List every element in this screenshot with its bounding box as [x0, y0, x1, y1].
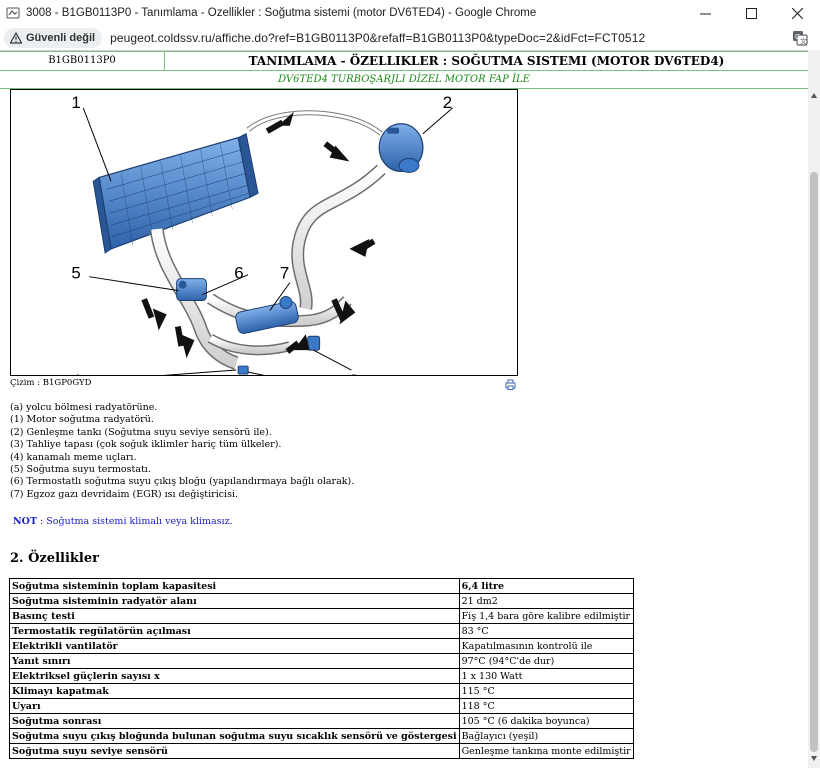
table-row: Soğutma sisteminin toplam kapasitesi 6,4…	[9, 578, 634, 594]
legend-item: (6) Termostatlı soğutma suyu çıkış bloğu…	[10, 476, 355, 488]
legend-item: (2) Genleşme tankı (Soğutma suyu seviye …	[10, 426, 272, 438]
warning-triangle-icon	[10, 32, 22, 44]
figure-caption: Çizim : B1GP0GYD	[10, 378, 92, 388]
security-indicator[interactable]: Güvenli değil	[4, 28, 103, 48]
maximize-button[interactable]	[728, 0, 774, 26]
document-subtitle: DV6TED4 TURBOŞARJLI DİZEL MOTOR FAP İLE	[0, 71, 808, 89]
legend-item: (4) kanamalı meme uçları.	[10, 451, 137, 463]
radiator-part	[92, 132, 259, 254]
callout-1: 1	[71, 93, 80, 112]
legend-item: (1) Motor soğutma radyatörü.	[10, 414, 154, 426]
table-row: Soğutma suyu çıkış bloğunda bulunan soğu…	[9, 728, 634, 744]
spec-value: 1 x 130 Watt	[458, 668, 634, 684]
callout-2: 2	[443, 93, 452, 112]
callout-7: 7	[280, 264, 289, 283]
scroll-up-arrow-icon[interactable]	[810, 92, 818, 100]
callout-5: 5	[71, 264, 80, 283]
cooling-system-diagram: 1 2 3 4 5 6 7 a	[71, 93, 454, 375]
spec-key: Klimayı kapatmak	[9, 683, 460, 699]
translate-icon[interactable]: G 文	[792, 30, 808, 46]
thermostat-part	[176, 278, 207, 302]
close-button[interactable]	[774, 0, 820, 26]
table-row: Klimayı kapatmak 115 °C	[9, 683, 634, 699]
note-label: NOT	[13, 516, 38, 527]
vertical-scrollbar[interactable]	[808, 50, 820, 768]
spec-value: 6,4 litre	[458, 578, 634, 594]
callout-4: 4	[71, 371, 80, 375]
callout-6: 6	[234, 264, 243, 283]
egr-exchanger-part	[235, 296, 299, 334]
table-row: Soğutma suyu seviye sensörü Genleşme tan…	[9, 743, 634, 759]
table-row: Basınç testi Fiş 1,4 bara göre kalibre e…	[9, 608, 634, 624]
spec-value: Kapatılmasının kontrolü ile	[458, 638, 634, 654]
document-title: TANIMLAMA - ÖZELLIKLER : SOĞUTMA SISTEMI…	[248, 54, 725, 68]
table-row: Yanıt sınırı 97°C (94°C'de dur)	[9, 653, 634, 669]
address-bar[interactable]: Güvenli değil peugeot.coldssv.ru/affiche…	[0, 26, 820, 50]
table-row: Elektrikli vantilatör Kapatılmasının kon…	[9, 638, 634, 654]
legend-item: (a) yolcu bölmesi radyatörüne.	[10, 402, 158, 413]
document-header: B1GB0113P0 TANIMLAMA - ÖZELLIKLER : SOĞU…	[0, 51, 808, 71]
spec-key: Soğutma suyu seviye sensörü	[9, 743, 460, 759]
spec-key: Soğutma sonrası	[9, 713, 460, 729]
note-text: NOT : Soğutma sistemi klimalı veya klima…	[13, 516, 233, 527]
page-favicon-icon	[6, 7, 20, 19]
spec-value: 118 °C	[458, 698, 634, 714]
legend-item: (7) Egzoz gazı devridaim (EGR) ısı değiş…	[10, 488, 239, 500]
spec-value: 105 °C (6 dakika boyunca)	[458, 713, 634, 729]
spec-key: Yanıt sınırı	[9, 653, 460, 669]
section-title: 2. Özellikler	[10, 551, 99, 566]
spec-value: 21 dm2	[458, 593, 634, 609]
minimize-button[interactable]	[682, 0, 728, 26]
spec-key: Uyarı	[9, 698, 460, 714]
table-row: Termostatik regülatörün açılması 83 °C	[9, 623, 634, 639]
print-icon[interactable]	[505, 379, 516, 390]
note-body: : Soğutma sistemi klimalı veya klimasız.	[37, 516, 233, 527]
spec-key: Soğutma sisteminin toplam kapasitesi	[9, 578, 460, 594]
cooling-system-figure: 1 2 3 4 5 6 7 a	[10, 89, 518, 376]
callout-a: a	[298, 373, 308, 375]
bleed-nipple-part	[237, 365, 249, 375]
legend-item: (5) Soğutma suyu termostatı.	[10, 464, 151, 476]
callout-3: 3	[349, 371, 358, 375]
scrollbar-thumb[interactable]	[810, 172, 818, 752]
svg-text:文: 文	[800, 37, 807, 46]
table-row: Soğutma sisteminin radyatör alanı 21 dm2	[9, 593, 634, 609]
spec-key: Termostatik regülatörün açılması	[9, 623, 460, 639]
scroll-down-arrow-icon[interactable]	[810, 754, 818, 762]
table-row: Elektriksel güçlerin sayısı x 1 x 130 Wa…	[9, 668, 634, 684]
spec-key: Basınç testi	[9, 608, 460, 624]
spec-key: Elektriksel güçlerin sayısı x	[9, 668, 460, 684]
security-label: Güvenli değil	[26, 32, 96, 44]
spec-value: Bağlayıcı (yeşil)	[458, 728, 634, 744]
figure-legend: (a) yolcu bölmesi radyatörüne. (1) Motor…	[10, 402, 354, 501]
spec-key: Elektrikli vantilatör	[9, 638, 460, 654]
window-title-bar: 3008 - B1GB0113P0 - Tanımlama - Özellikl…	[0, 0, 820, 26]
legend-item: (3) Tahliye tapası (çok soğuk iklimler h…	[10, 439, 282, 451]
document-code: B1GB0113P0	[0, 52, 165, 70]
spec-key: Soğutma suyu çıkış bloğunda bulunan soğu…	[9, 728, 460, 744]
spec-value: 97°C (94°C'de dur)	[458, 653, 634, 669]
spec-value: Fiş 1,4 bara göre kalibre edilmiştir	[458, 608, 634, 624]
spec-value: 83 °C	[458, 623, 634, 639]
window-title: 3008 - B1GB0113P0 - Tanımlama - Özellikl…	[26, 7, 537, 19]
url-text[interactable]: peugeot.coldssv.ru/affiche.do?ref=B1GB01…	[110, 31, 792, 45]
drain-plug-part	[307, 335, 321, 351]
spec-value: 115 °C	[458, 683, 634, 699]
page-viewport: B1GB0113P0 TANIMLAMA - ÖZELLIKLER : SOĞU…	[0, 50, 808, 768]
close-icon	[791, 7, 803, 19]
table-row: Soğutma sonrası 105 °C (6 dakika boyunca…	[9, 713, 634, 729]
specifications-table: Soğutma sisteminin toplam kapasitesi 6,4…	[9, 578, 634, 759]
minimize-icon	[699, 13, 711, 14]
expansion-tank-part	[378, 123, 424, 173]
maximize-icon	[745, 7, 757, 19]
spec-key: Soğutma sisteminin radyatör alanı	[9, 593, 460, 609]
table-row: Uyarı 118 °C	[9, 698, 634, 714]
spec-value: Genleşme tankına monte edilmiştir	[458, 743, 634, 759]
